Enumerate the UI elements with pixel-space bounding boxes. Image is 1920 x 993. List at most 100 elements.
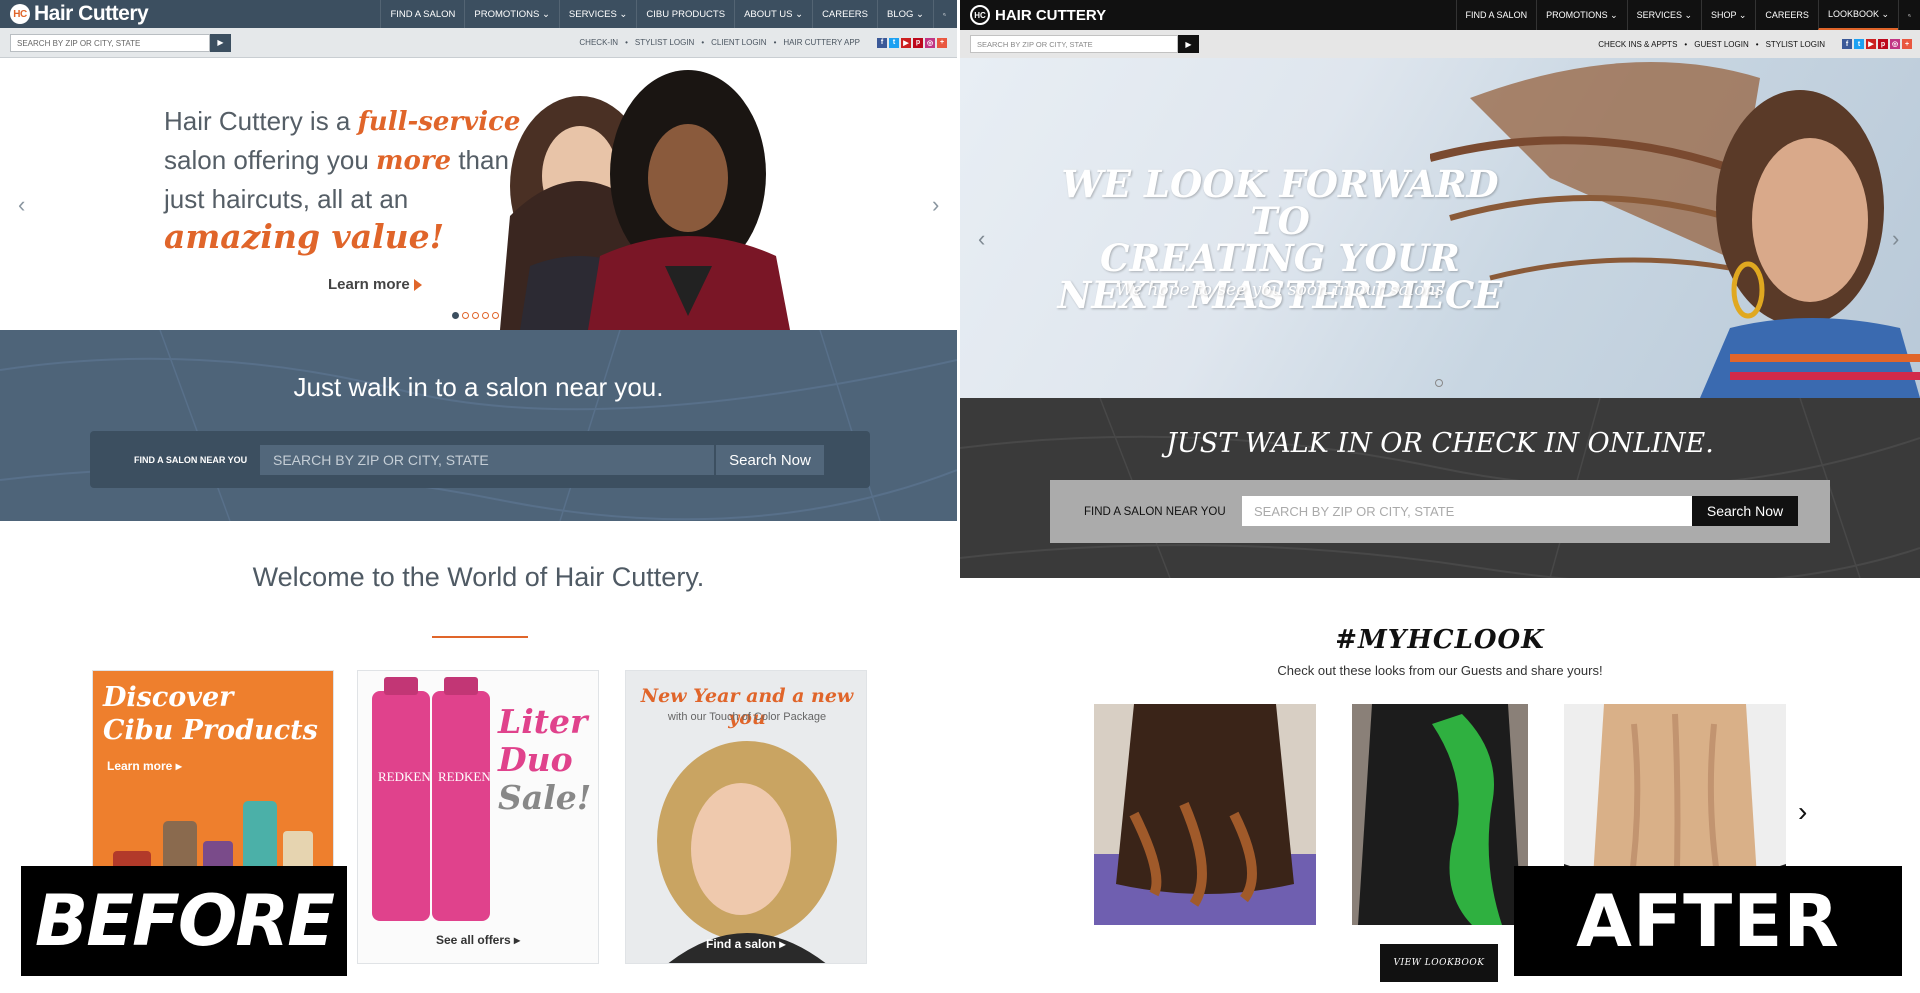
search-icon[interactable] — [1898, 0, 1920, 30]
link-stylist-login[interactable]: STYLIST LOGIN — [628, 38, 701, 47]
card-title: Discover Cibu Products — [103, 681, 318, 747]
before-finder-form: FIND A SALON NEAR YOU SEARCH BY ZIP OR C… — [90, 431, 870, 488]
lookbook-photo[interactable] — [1352, 704, 1528, 925]
before-top-nav: HC Hair Cuttery FIND A SALON PROMOTIONS … — [0, 0, 957, 28]
after-logo-text: HAIR CUTTERY — [995, 6, 1107, 24]
search-now-button[interactable]: Search Now — [714, 445, 824, 475]
youtube-icon[interactable]: ▶ — [1866, 39, 1876, 49]
card-title-line: Duo — [498, 740, 573, 779]
hero-title-line: CREATING YOUR — [1100, 236, 1460, 280]
facebook-icon[interactable]: f — [1842, 39, 1852, 49]
lookbook-photo[interactable] — [1094, 704, 1316, 925]
search-icon[interactable] — [933, 0, 955, 28]
after-badge: AFTER — [1514, 866, 1902, 976]
before-salon-finder: Just walk in to a salon near you. FIND A… — [0, 330, 957, 521]
divider — [432, 636, 528, 638]
chevron-left-icon[interactable]: ‹ — [18, 192, 25, 218]
after-main-menu: FIND A SALON PROMOTIONS ⌄ SERVICES ⌄ SHO… — [1455, 0, 1920, 30]
nav-promotions[interactable]: PROMOTIONS ⌄ — [1536, 0, 1627, 30]
card-link[interactable]: See all offers ▸ — [436, 933, 520, 947]
after-hero-subtitle: We hope to see you soon in our salons — [1115, 280, 1445, 300]
nav-about-us[interactable]: ABOUT US ⌄ — [734, 0, 812, 28]
instagram-icon[interactable]: ◎ — [1890, 39, 1900, 49]
map-background-pattern — [0, 330, 957, 521]
before-util-links: CHECK-IN • STYLIST LOGIN • CLIENT LOGIN … — [572, 38, 867, 47]
link-check-ins-appts[interactable]: CHECK INS & APPTS — [1591, 40, 1684, 49]
pinterest-icon[interactable]: p — [913, 37, 923, 48]
youtube-icon[interactable]: ▶ — [901, 37, 911, 48]
play-icon[interactable]: ▶ — [210, 33, 231, 52]
play-icon[interactable]: ▶ — [1178, 35, 1199, 53]
nav-find-a-salon[interactable]: FIND A SALON — [380, 0, 464, 28]
promo-card-liter-duo[interactable]: REDKEN REDKEN Liter Duo Sale! See all of… — [357, 670, 599, 964]
social-icons: f t ▶ p ◎ + — [1842, 39, 1912, 49]
before-finder-title: Just walk in to a salon near you. — [293, 372, 664, 402]
nav-find-a-salon[interactable]: FIND A SALON — [1455, 0, 1537, 30]
carousel-dot[interactable] — [492, 312, 499, 319]
google-plus-icon[interactable]: + — [937, 37, 947, 48]
after-logo[interactable]: HC HAIR CUTTERY — [970, 5, 1106, 25]
chevron-right-icon[interactable]: › — [1892, 226, 1899, 252]
svg-text:REDKEN: REDKEN — [378, 769, 431, 784]
after-finder-form: FIND A SALON NEAR YOU SEARCH BY ZIP OR C… — [1050, 480, 1830, 543]
before-main-menu: FIND A SALON PROMOTIONS ⌄ SERVICES ⌄ CIB… — [380, 0, 955, 28]
before-header-search-input[interactable]: SEARCH BY ZIP OR CITY, STATE — [10, 33, 210, 52]
arrow-right-icon — [413, 278, 422, 291]
pinterest-icon[interactable]: p — [1878, 39, 1888, 49]
hc-logo-icon: HC — [10, 4, 30, 24]
before-logo-text: Hair Cuttery — [34, 2, 149, 25]
nav-careers[interactable]: CAREERS — [812, 0, 877, 28]
chevron-left-icon[interactable]: ‹ — [978, 226, 985, 252]
facebook-icon[interactable]: f — [877, 37, 887, 48]
nav-careers[interactable]: CAREERS — [1755, 0, 1818, 30]
carousel-dot[interactable] — [1435, 379, 1443, 387]
nav-cibu-products[interactable]: CIBU PRODUCTS — [636, 0, 734, 28]
hair-photo-brunette-curls — [1094, 704, 1316, 925]
view-lookbook-button[interactable]: VIEW LOOKBOOK — [1380, 944, 1498, 982]
card-title: Liter Duo Sale! — [498, 703, 591, 817]
nav-promotions[interactable]: PROMOTIONS ⌄ — [464, 0, 559, 28]
nav-blog[interactable]: BLOG ⌄ — [877, 0, 933, 28]
carousel-dot[interactable] — [462, 312, 469, 319]
search-now-button[interactable]: Search Now — [1692, 496, 1798, 526]
before-badge: BEFORE — [21, 866, 347, 976]
hero-text-segment: salon offering you — [164, 145, 376, 175]
twitter-icon[interactable]: t — [1854, 39, 1864, 49]
after-header-search-input[interactable]: SEARCH BY ZIP OR CITY, STATE — [970, 35, 1178, 53]
model-portrait-image — [657, 741, 837, 963]
learn-more-link[interactable]: Learn more — [328, 276, 422, 293]
hero-accent-text: more — [376, 146, 452, 176]
promo-card-touch-of-color[interactable]: New Year and a new you with our Touch of… — [625, 670, 867, 964]
finder-search-input[interactable]: SEARCH BY ZIP OR CITY, STATE — [1242, 496, 1692, 526]
google-plus-icon[interactable]: + — [1902, 39, 1912, 49]
link-hair-cuttery-app[interactable]: HAIR CUTTERY APP — [776, 38, 867, 47]
before-logo[interactable]: HC Hair Cuttery — [10, 2, 149, 26]
chevron-right-icon[interactable]: › — [1798, 796, 1807, 828]
nav-lookbook[interactable]: LOOKBOOK ⌄ — [1817, 0, 1898, 30]
carousel-dot[interactable] — [472, 312, 479, 319]
link-guest-login[interactable]: GUEST LOGIN — [1687, 40, 1756, 49]
link-client-login[interactable]: CLIENT LOGIN — [704, 38, 773, 47]
nav-services[interactable]: SERVICES ⌄ — [1626, 0, 1701, 30]
chevron-right-icon[interactable]: › — [932, 192, 939, 218]
social-icons: f t ▶ p ◎ + — [877, 37, 947, 48]
link-check-in[interactable]: CHECK-IN — [572, 38, 625, 47]
nav-shop[interactable]: SHOP ⌄ — [1701, 0, 1755, 30]
after-hero-carousel: WE LOOK FORWARD TO CREATING YOUR NEXT MA… — [960, 58, 1920, 398]
card-link[interactable]: Learn more ▸ — [107, 759, 182, 773]
carousel-dot[interactable] — [482, 312, 489, 319]
finder-search-input[interactable]: SEARCH BY ZIP OR CITY, STATE — [260, 445, 714, 475]
after-finder-title: JUST WALK IN OR CHECK IN ONLINE. — [1166, 428, 1714, 459]
twitter-icon[interactable]: t — [889, 37, 899, 48]
instagram-icon[interactable]: ◎ — [925, 37, 935, 48]
carousel-dot[interactable] — [452, 312, 459, 319]
hair-photo-green-highlights — [1352, 704, 1528, 925]
card-link[interactable]: Find a salon ▸ — [706, 937, 785, 951]
after-page: HC HAIR CUTTERY FIND A SALON PROMOTIONS … — [960, 0, 1920, 993]
card-title-text: Discover Cibu Products — [103, 682, 318, 746]
hero-models-image — [500, 70, 790, 330]
link-stylist-login[interactable]: STYLIST LOGIN — [1759, 40, 1832, 49]
card-subtitle: with our Touch of Color Package — [667, 711, 827, 723]
card-title-line: Sale! — [498, 778, 592, 817]
nav-services[interactable]: SERVICES ⌄ — [558, 0, 636, 28]
